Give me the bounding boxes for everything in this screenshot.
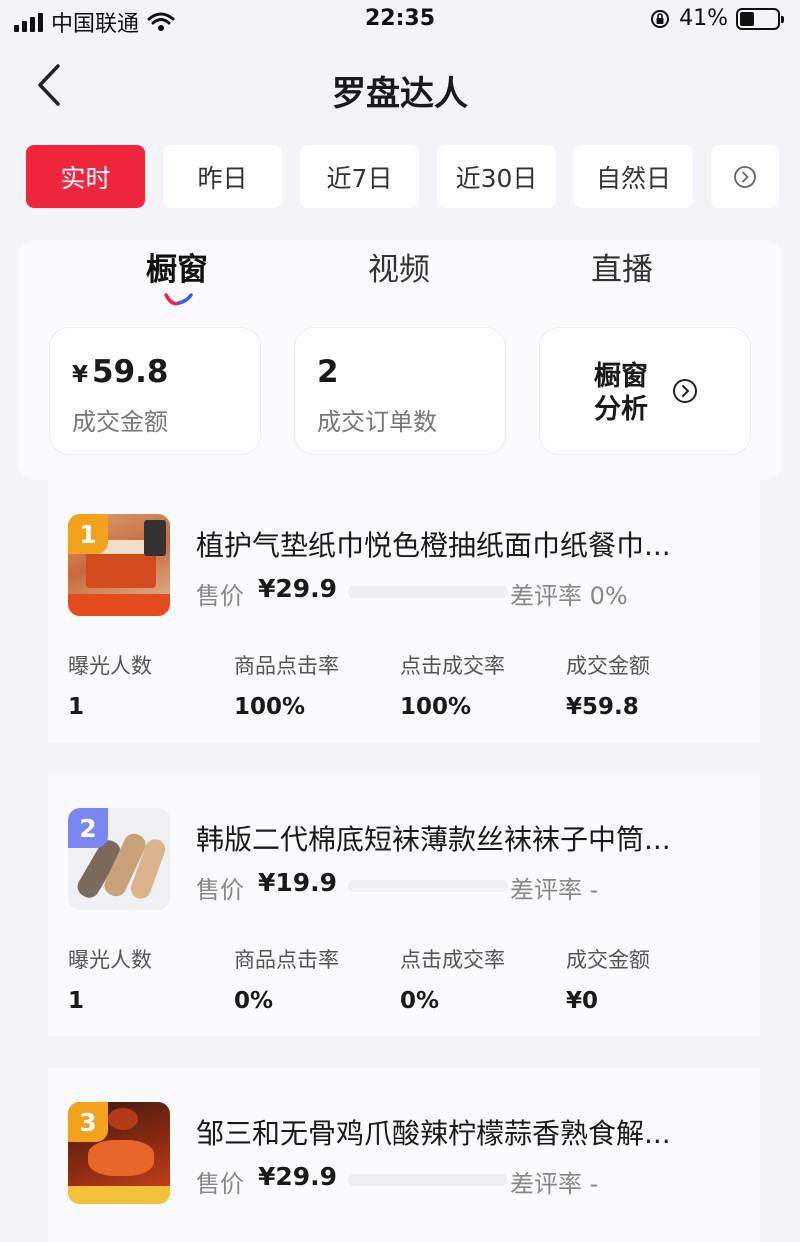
metric-gmv: 成交金额 ¥59.8 [566,654,650,720]
negative-review-rate: 差评率 0% [510,582,628,610]
product-thumbnail: 2 [68,808,170,910]
period-realtime[interactable]: 实时 [26,145,145,208]
status-bar: 中国联通 22:35 41% [0,0,800,40]
tab-live[interactable]: 直播 [591,244,653,289]
period-30days[interactable]: 近30日 [437,145,556,208]
product-title: 邹三和无骨鸡爪酸辣柠檬蒜香熟食解... [196,1117,671,1150]
metric-click-rate: 商品点击率 100% [234,654,339,720]
period-7days[interactable]: 近7日 [300,145,419,208]
tab-video[interactable]: 视频 [368,244,430,289]
stat-gmv: ¥59.8 成交金额 [49,327,261,455]
rank-badge: 2 [68,808,108,848]
battery-icon [736,7,784,30]
rank-badge: 3 [68,1102,108,1142]
nav-bar: 罗盘达人 [0,50,800,120]
tab-showcase[interactable]: 橱窗 [146,244,208,289]
product-title: 韩版二代棉底短袜薄款丝袜袜子中筒... [196,823,671,856]
battery-percent: 41% [679,6,728,31]
gmv-label: 成交金额 [72,408,168,436]
negative-review-rate: 差评率 - [510,876,599,904]
redacted-field [348,1174,508,1186]
page-title: 罗盘达人 [332,74,468,114]
product-title: 植护气垫纸巾悦色橙抽纸面巾纸餐巾... [196,529,671,562]
metric-exposure: 曝光人数 1 [68,654,152,720]
metric-conversion-rate: 点击成交率 0% [400,948,505,1014]
currency-symbol: ¥ [72,362,89,388]
product-price: ¥19.9 [258,868,338,897]
period-more-button[interactable] [711,145,779,208]
price-label: 售价 [196,876,244,904]
analysis-label: 橱窗分析 [594,361,648,425]
orders-label: 成交订单数 [317,408,437,436]
metric-exposure: 曝光人数 1 [68,948,152,1014]
chevron-right-circle-icon [673,379,697,403]
price-label: 售价 [196,1170,244,1198]
metric-click-rate: 商品点击率 0% [234,948,339,1014]
gmv-value: 59.8 [92,354,169,390]
product-card[interactable]: 2 韩版二代棉底短袜薄款丝袜袜子中筒... 售价 ¥19.9 差评率 - 曝光人… [48,774,760,1036]
rank-badge: 1 [68,514,108,554]
showcase-analysis-button[interactable]: 橱窗分析 [539,327,751,455]
period-natural-day[interactable]: 自然日 [574,145,693,208]
product-price: ¥29.9 [258,574,338,603]
product-card[interactable]: 3 邹三和无骨鸡爪酸辣柠檬蒜香熟食解... 售价 ¥29.9 差评率 - [48,1068,760,1242]
metric-conversion-rate: 点击成交率 100% [400,654,505,720]
rotation-lock-icon [651,9,670,28]
metric-gmv: 成交金额 ¥0 [566,948,650,1014]
period-selector: 实时 昨日 近7日 近30日 自然日 [26,145,779,208]
chevron-right-circle-icon [734,165,756,188]
redacted-field [348,586,508,598]
content-tabs: 橱窗 视频 直播 [0,240,800,320]
tab-active-indicator [164,293,193,306]
redacted-field [348,880,508,892]
product-thumbnail: 3 [68,1102,170,1204]
stat-orders: 2 成交订单数 [294,327,506,455]
price-label: 售价 [196,582,244,610]
negative-review-rate: 差评率 - [510,1170,599,1198]
orders-value: 2 [317,354,339,390]
product-thumbnail: 1 [68,514,170,616]
product-price: ¥29.9 [258,1162,338,1191]
period-yesterday[interactable]: 昨日 [163,145,282,208]
product-card[interactable]: 1 植护气垫纸巾悦色橙抽纸面巾纸餐巾... 售价 ¥29.9 差评率 0% 曝光… [48,480,760,742]
